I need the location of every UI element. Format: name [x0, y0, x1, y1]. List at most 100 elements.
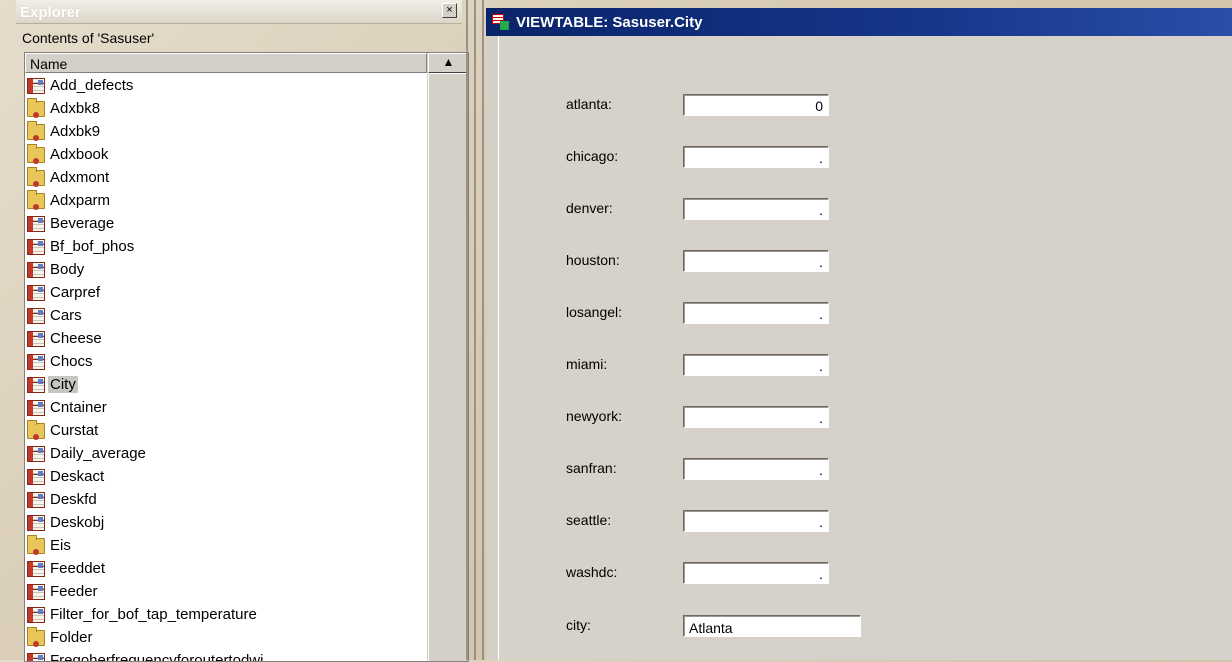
list-item[interactable]: Body: [25, 259, 427, 282]
table-icon: [27, 469, 45, 485]
list-item[interactable]: Freqoherfrequencyforoutertodwi: [25, 650, 427, 662]
folder-icon: [27, 190, 45, 210]
list-item[interactable]: Deskobj: [25, 512, 427, 535]
list-item[interactable]: Filter_for_bof_tap_temperature: [25, 604, 427, 627]
field-label: atlanta:: [566, 96, 612, 112]
list-item-label: Carpref: [50, 284, 101, 301]
explorer-title: Explorer: [20, 4, 81, 21]
table-icon: [27, 584, 45, 600]
list-item-label: Filter_for_bof_tap_temperature: [50, 606, 257, 623]
field-input[interactable]: .: [683, 146, 829, 168]
list-item[interactable]: Cheese: [25, 328, 427, 351]
field-input[interactable]: .: [683, 354, 829, 376]
field-input[interactable]: .: [683, 562, 829, 584]
list-item-label: Eis: [50, 537, 71, 554]
contents-label: Contents of 'Sasuser': [22, 30, 155, 46]
list-item[interactable]: Adxbk8: [25, 98, 427, 121]
list-item-label: Beverage: [50, 215, 115, 232]
list-item[interactable]: Deskact: [25, 466, 427, 489]
list-item[interactable]: Feeder: [25, 581, 427, 604]
table-icon: [27, 216, 45, 232]
viewtable-title-bar[interactable]: VIEWTABLE: Sasuser.City: [486, 8, 1232, 36]
field-input[interactable]: .: [683, 198, 829, 220]
field-input[interactable]: 0: [683, 94, 829, 116]
field-input[interactable]: Atlanta: [683, 615, 861, 637]
field-label: newyork:: [566, 408, 623, 424]
list-item-label: Adxbook: [50, 146, 109, 163]
list-item[interactable]: Feeddet: [25, 558, 427, 581]
field-input[interactable]: .: [683, 302, 829, 324]
viewtable-icon: [492, 14, 510, 30]
explorer-panel: Explorer × Contents of 'Sasuser' Name Ad…: [16, 0, 469, 662]
viewtable-title: VIEWTABLE: Sasuser.City: [516, 14, 703, 31]
table-icon: [27, 492, 45, 508]
list-item[interactable]: Adxmont: [25, 167, 427, 190]
list-item[interactable]: Folder: [25, 627, 427, 650]
field-label: losangel:: [566, 304, 623, 320]
table-icon: [27, 239, 45, 255]
list-item[interactable]: Cars: [25, 305, 427, 328]
folder-icon: [27, 98, 45, 118]
explorer-list: Name Add_defects Adxbk8 Adxbk9 Adxbook Adxmo…: [24, 52, 469, 662]
list-item-label: Freqoherfrequencyforoutertodwi: [50, 652, 264, 662]
list-item[interactable]: Chocs: [25, 351, 427, 374]
list-item-label: Daily_average: [50, 445, 146, 462]
folder-icon: [27, 627, 45, 647]
field-input[interactable]: .: [683, 458, 829, 480]
field-input[interactable]: .: [683, 510, 829, 532]
folder-icon: [27, 535, 45, 555]
list-item[interactable]: Adxparm: [25, 190, 427, 213]
list-item[interactable]: Curstat: [25, 420, 427, 443]
list-item-label: Cars: [50, 307, 82, 324]
list-item[interactable]: Deskfd: [25, 489, 427, 512]
table-icon: [27, 400, 45, 416]
field-label: washdc:: [566, 564, 618, 580]
column-header-name[interactable]: Name: [25, 53, 427, 73]
folder-icon: [27, 167, 45, 187]
column-header-label: Name: [30, 56, 68, 72]
field-label: denver:: [566, 200, 613, 216]
list-item[interactable]: Eis: [25, 535, 427, 558]
list-item-label: Feeder: [50, 583, 98, 600]
list-item[interactable]: Beverage: [25, 213, 427, 236]
pane-splitter[interactable]: [462, 0, 486, 660]
field-label: miami:: [566, 356, 608, 372]
list-item-label: Feeddet: [50, 560, 106, 577]
table-icon: [27, 262, 45, 278]
table-icon: [27, 446, 45, 462]
list-item[interactable]: Cntainer: [25, 397, 427, 420]
field-label: houston:: [566, 252, 620, 268]
list-item[interactable]: Adxbook: [25, 144, 427, 167]
list-item-label: Deskact: [50, 468, 105, 485]
list-item[interactable]: City: [25, 374, 427, 397]
list-item-label: Bf_bof_phos: [50, 238, 135, 255]
field-label: city:: [566, 617, 591, 633]
close-icon[interactable]: ×: [442, 3, 457, 18]
field-input[interactable]: .: [683, 250, 829, 272]
table-icon: [27, 377, 45, 393]
field-label: seattle:: [566, 512, 612, 528]
field-input[interactable]: .: [683, 406, 829, 428]
list-item-label: Deskobj: [50, 514, 105, 531]
list-item-label: Adxparm: [50, 192, 111, 209]
list-item-label: City: [48, 376, 78, 393]
list-item-label: Deskfd: [50, 491, 97, 508]
table-icon: [27, 285, 45, 301]
explorer-title-bar[interactable]: Explorer ×: [16, 0, 462, 24]
table-icon: [27, 561, 45, 577]
table-icon: [27, 354, 45, 370]
table-icon: [27, 308, 45, 324]
list-item[interactable]: Add_defects: [25, 75, 427, 98]
list-item[interactable]: Daily_average: [25, 443, 427, 466]
list-item[interactable]: Adxbk9: [25, 121, 427, 144]
folder-icon: [27, 121, 45, 141]
table-icon: [27, 607, 45, 623]
field-label: chicago:: [566, 148, 619, 164]
list-item[interactable]: Carpref: [25, 282, 427, 305]
table-icon: [27, 331, 45, 347]
list-item-label: Curstat: [50, 422, 99, 439]
list-item-label: Cheese: [50, 330, 102, 347]
table-icon: [27, 78, 45, 94]
list-item-label: Folder: [50, 629, 93, 646]
list-item[interactable]: Bf_bof_phos: [25, 236, 427, 259]
